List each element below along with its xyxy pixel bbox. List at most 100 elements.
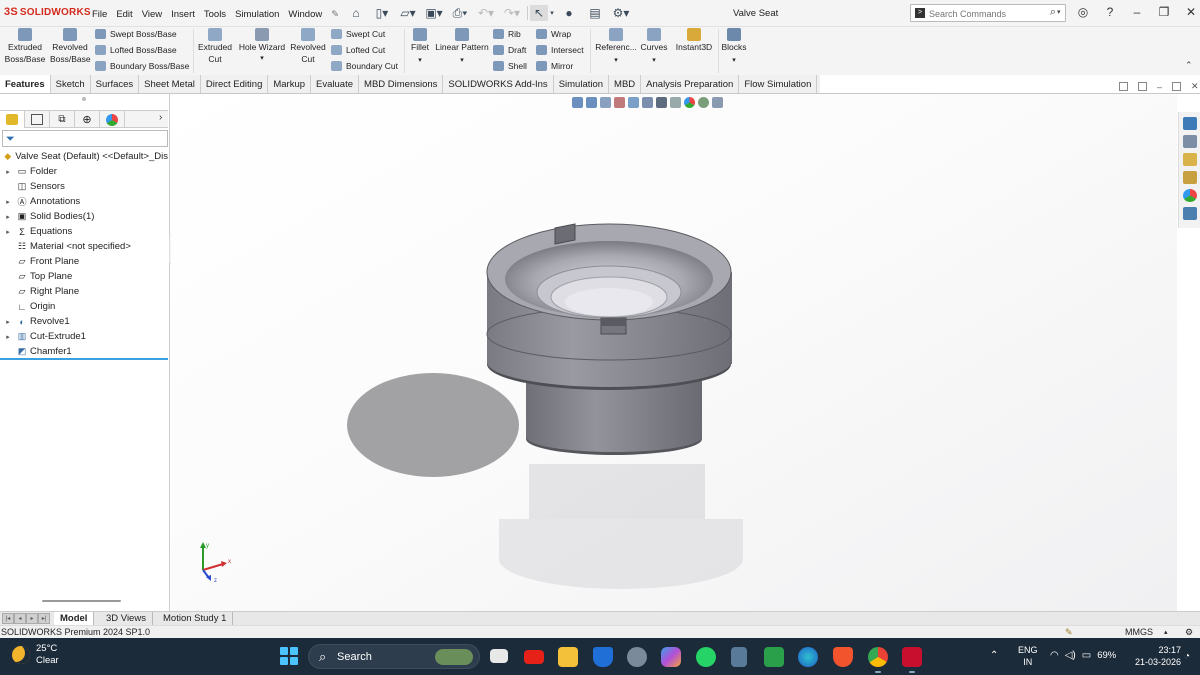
edge-browser-icon[interactable] [798,647,818,667]
curves-dropdown-icon[interactable]: ▾ [639,55,669,67]
youtube-icon[interactable] [524,650,544,664]
appearances-scenes-icon[interactable] [1183,189,1197,202]
search-icon[interactable]: ⌕ [1050,6,1056,19]
tab-mbd-dimensions[interactable]: MBD Dimensions [359,75,444,94]
tab-solidworks-add-ins[interactable]: SOLIDWORKS Add-Ins [443,75,554,94]
new-document-icon[interactable]: ▯▾ [369,5,395,21]
language-indicator[interactable]: ENG IN [1018,644,1038,668]
next-tab-icon[interactable]: ▸ [26,613,38,624]
clock[interactable]: 23:17 21-03-2026 [1135,644,1181,668]
task-view-icon[interactable] [490,649,508,663]
file-explorer-icon[interactable] [558,647,578,667]
tree-item-revolve1[interactable]: ▸ ◐ Revolve1 [0,314,168,329]
zoom-to-fit-icon[interactable] [572,97,583,108]
tab-features[interactable]: Features [0,75,51,94]
curves-button[interactable]: Curves ▾ [639,27,669,67]
graphics-viewport[interactable] [171,94,1177,611]
tab-3d-views[interactable]: 3D Views [100,612,153,626]
copilot-icon[interactable] [661,647,681,667]
status-help-icon[interactable]: ⚙ [1185,627,1193,638]
tab-direct-editing[interactable]: Direct Editing [200,75,269,94]
close-doc-icon[interactable]: ✕ [1191,81,1199,92]
home-icon[interactable]: ⌂ [343,5,369,21]
tree-item-material[interactable]: ☷ Material <not specified> [0,239,168,254]
tree-item-folder[interactable]: ▸ ▭ Folder [0,164,168,179]
fillet-dropdown-icon[interactable]: ▾ [408,55,432,67]
shell-button[interactable]: Shell [493,61,527,71]
view-orientation-icon[interactable] [642,97,653,108]
expand-arrow-icon[interactable]: ▸ [4,333,12,341]
panel-horizontal-scrollbar[interactable] [42,600,121,602]
select-cursor-icon[interactable]: ↖ [530,5,548,21]
tab-analysis-preparation[interactable]: Analysis Preparation [641,75,740,94]
menu-simulation[interactable]: Simulation [231,0,284,27]
tab-sketch[interactable]: Sketch [50,75,91,94]
menu-view[interactable]: View [138,0,167,27]
first-tab-icon[interactable]: |◂ [2,613,14,624]
save-icon[interactable]: ▣▾ [421,5,447,21]
lofted-cut-button[interactable]: Lofted Cut [331,45,385,55]
select-dropdown-icon[interactable]: ▾ [548,5,556,21]
tabs-scroll-right-icon[interactable]: › [159,112,162,123]
instant3d-button[interactable]: Instant3D [673,27,715,53]
units-dropdown-icon[interactable]: ▴ [1164,628,1168,636]
solidworks-logo[interactable]: 3S SOLIDWORKS [4,6,91,18]
tree-item-equations[interactable]: ▸ Σ Equations [0,224,168,239]
float-icon[interactable] [1138,82,1147,91]
tray-overflow-icon[interactable]: ⌃ [990,650,998,661]
tree-filter-box[interactable]: ⏷ [2,130,168,147]
expand-arrow-icon[interactable]: ▸ [4,168,12,176]
wrap-button[interactable]: Wrap [536,29,571,39]
file-properties-icon[interactable]: ▤ [582,5,608,21]
redo-icon[interactable]: ↷▾ [499,5,525,21]
tree-item-top-plane[interactable]: ▱ Top Plane [0,269,168,284]
traffic-light-icon[interactable]: ● [556,5,582,21]
calculator-icon[interactable] [731,647,747,667]
view-settings-icon[interactable] [712,97,723,108]
options-gear-icon[interactable]: ⚙▾ [608,5,634,21]
draft-button[interactable]: Draft [493,45,526,55]
solidworks-resources-icon[interactable] [1183,117,1197,130]
tab-evaluate[interactable]: Evaluate [311,75,360,94]
tree-item-origin[interactable]: ∟ Origin [0,299,168,314]
intersect-button[interactable]: Intersect [536,45,584,55]
lofted-boss-button[interactable]: Lofted Boss/Base [95,45,177,55]
boundary-cut-button[interactable]: Boundary Cut [331,61,398,71]
tree-item-right-plane[interactable]: ▱ Right Plane [0,284,168,299]
revolved-boss-button[interactable]: Revolved Boss/Base [48,27,92,65]
maximize-doc-icon[interactable] [1172,82,1182,91]
tile-icon[interactable] [1119,82,1128,91]
classroom-icon[interactable] [764,647,784,667]
menu-window[interactable]: Window [284,0,327,27]
apply-scene-icon[interactable] [698,97,709,108]
undo-icon[interactable]: ↶▾ [473,5,499,21]
settings-gear-icon[interactable] [627,647,647,667]
search-commands-box[interactable]: > ⌕ [910,4,1066,22]
minimize-icon[interactable]: – [1129,4,1145,20]
prev-tab-icon[interactable]: ◂ [14,613,26,624]
mirror-button[interactable]: Mirror [536,61,573,71]
configuration-manager-tab[interactable]: ⧉ [50,111,75,128]
menu-edit[interactable]: Edit [112,0,137,27]
hide-show-items-icon[interactable] [670,97,681,108]
revolved-cut-button[interactable]: Revolved Cut [288,27,328,65]
rebuild-icon[interactable]: ✎ [1065,627,1073,638]
rib-button[interactable]: Rib [493,29,521,39]
menu-insert[interactable]: Insert [167,0,200,27]
open-folder-icon[interactable]: ▱▾ [395,5,421,21]
view-palette-icon[interactable] [1183,171,1197,184]
brave-browser-icon[interactable] [833,647,853,667]
search-dropdown-icon[interactable]: ▾ [1057,8,1061,16]
menu-tools[interactable]: Tools [200,0,231,27]
tree-root-valve-seat[interactable]: ◆ Valve Seat (Default) <<Default>_Dis [0,149,168,164]
boundary-boss-button[interactable]: Boundary Boss/Base [95,61,189,71]
swept-boss-button[interactable]: Swept Boss/Base [95,29,177,39]
tree-item-front-plane[interactable]: ▱ Front Plane [0,254,168,269]
minimize-doc-icon[interactable]: – [1157,82,1162,92]
close-icon[interactable]: ✕ [1183,4,1199,20]
tree-item-sensors[interactable]: ◫ Sensors [0,179,168,194]
file-explorer-icon[interactable] [1183,153,1197,166]
ribbon-collapse-icon[interactable]: ⌃ [1185,60,1193,71]
restore-icon[interactable]: ❐ [1156,4,1172,20]
hole-wizard-button[interactable]: Hole Wizard ▾ [236,27,288,65]
